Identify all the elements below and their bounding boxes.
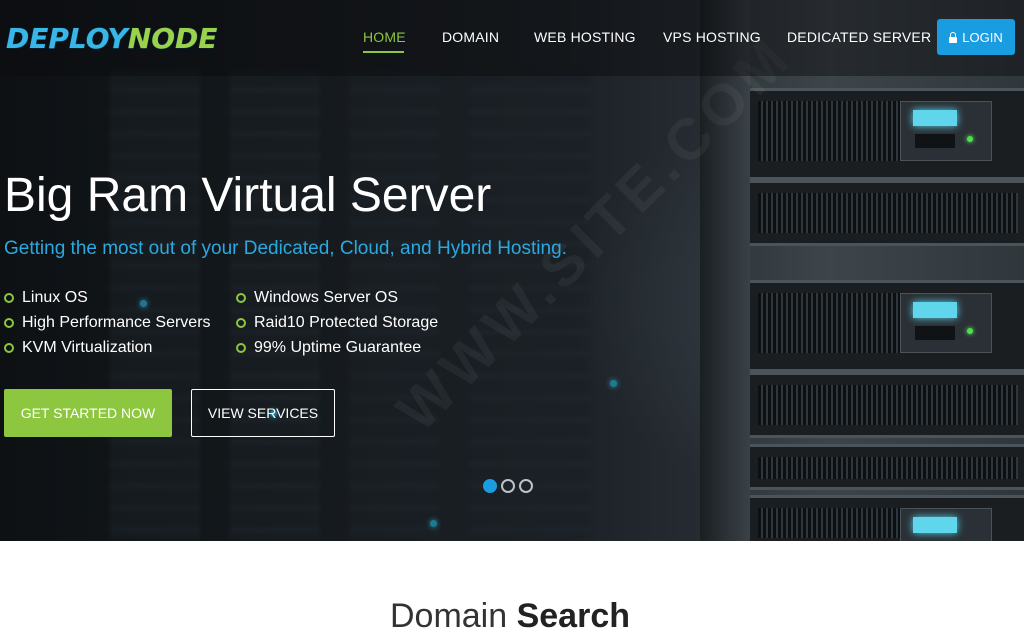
login-label: LOGIN <box>962 29 1003 45</box>
nav-web-hosting[interactable]: WEB HOSTING <box>534 28 636 46</box>
lock-icon <box>949 31 958 43</box>
feature-item: Linux OS <box>4 288 88 308</box>
hero-banner: WWW.SITE.COM DEPLOYNODE HOME DOMAIN WEB … <box>0 0 1024 541</box>
circle-bullet-icon <box>236 343 246 353</box>
circle-bullet-icon <box>4 343 14 353</box>
feature-item: High Performance Servers <box>4 313 211 333</box>
circle-bullet-icon <box>236 293 246 303</box>
circle-bullet-icon <box>4 318 14 328</box>
server-unit <box>750 280 1024 372</box>
hero-title: Big Ram Virtual Server <box>4 169 492 222</box>
get-started-button[interactable]: GET STARTED NOW <box>4 389 172 437</box>
login-button[interactable]: LOGIN <box>937 19 1015 55</box>
server-unit <box>750 444 1024 490</box>
logo[interactable]: DEPLOYNODE <box>6 22 217 56</box>
nav-dedicated-server[interactable]: DEDICATED SERVER <box>787 28 931 46</box>
view-services-button[interactable]: VIEW SERVICES <box>191 389 335 437</box>
feature-item: Raid10 Protected Storage <box>236 313 438 333</box>
circle-bullet-icon <box>236 318 246 328</box>
server-unit <box>750 372 1024 438</box>
nav-domain[interactable]: DOMAIN <box>442 28 499 46</box>
top-navbar: DEPLOYNODE HOME DOMAIN WEB HOSTING VPS H… <box>0 0 1024 76</box>
feature-item: 99% Uptime Guarantee <box>236 338 421 358</box>
slide-dot-1[interactable] <box>483 479 497 493</box>
server-led <box>140 300 147 307</box>
server-led <box>430 520 437 527</box>
domain-search-heading: Domain Search <box>389 597 630 635</box>
feature-item: KVM Virtualization <box>4 338 152 358</box>
nav-active-indicator <box>363 51 404 53</box>
nav-vps-hosting[interactable]: VPS HOSTING <box>663 28 761 46</box>
server-unit <box>750 495 1024 541</box>
slide-dot-2[interactable] <box>501 479 515 493</box>
nav-home[interactable]: HOME <box>363 28 406 46</box>
server-unit <box>750 88 1024 180</box>
hero-subtitle: Getting the most out of your Dedicated, … <box>4 238 567 259</box>
circle-bullet-icon <box>4 293 14 303</box>
feature-item: Windows Server OS <box>236 288 398 308</box>
background-rack-image <box>110 70 200 540</box>
server-unit <box>750 180 1024 246</box>
slide-dot-3[interactable] <box>519 479 533 493</box>
server-led <box>610 380 617 387</box>
